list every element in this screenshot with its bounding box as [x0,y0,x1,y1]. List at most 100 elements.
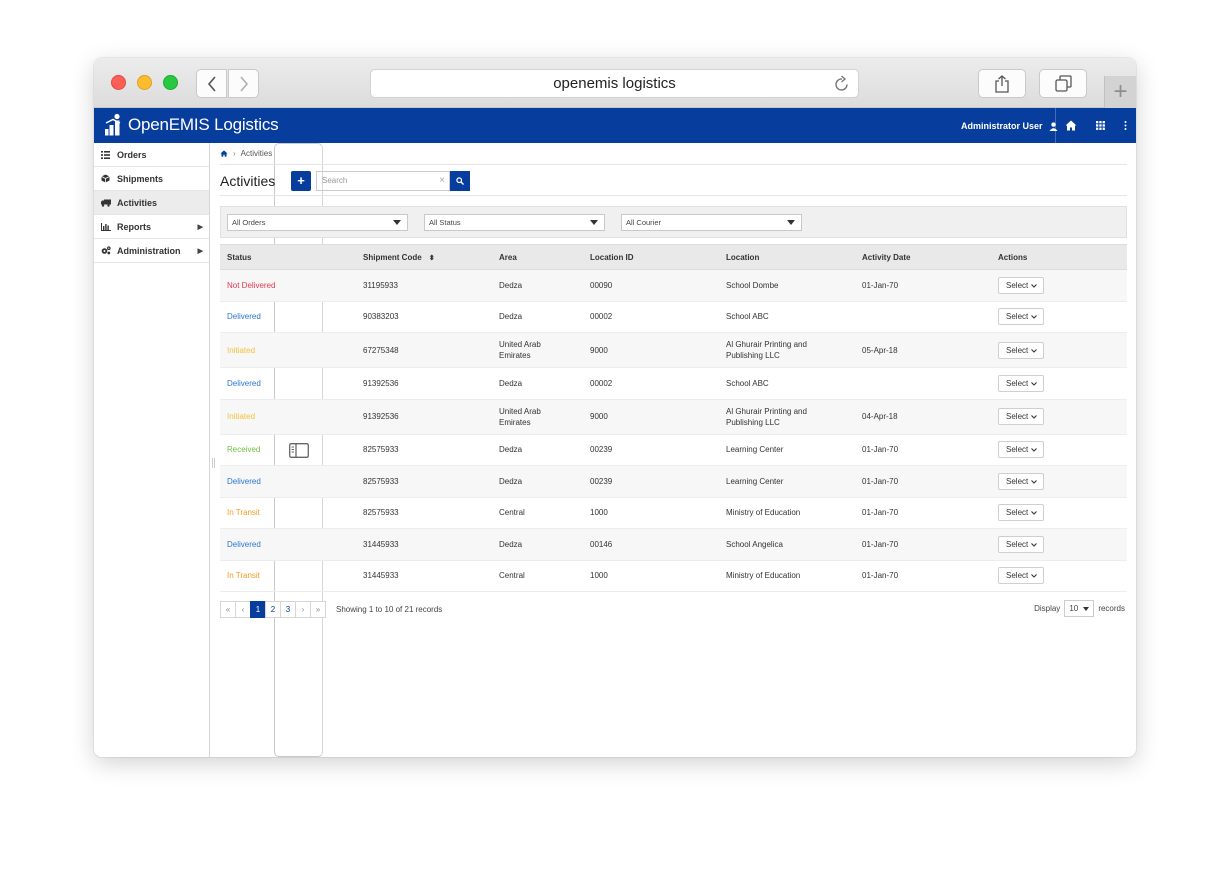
table-row: Delivered 31445933 Dedza 00146 School Angeli… [220,528,1127,561]
shipment-code-cell: 82575933 [356,497,492,529]
address-bar[interactable]: openemis logistics [370,69,859,98]
status-cell: Initiated [220,332,356,368]
minimize-window-button[interactable] [137,75,152,90]
select-action-button[interactable]: Select [998,276,1044,294]
select-action-button[interactable]: Select [998,308,1044,326]
cogs-icon [101,246,111,255]
select-action-button[interactable]: Select [998,441,1044,459]
status-cell: Initiated [220,399,356,435]
select-action-label: Select [1006,508,1029,518]
table-row: In Transit 31445933 Central 1000 Ministry of… [220,560,1127,592]
activity-date-cell: 04-Apr-18 [855,399,991,435]
sidebar-item-label: Shipments [117,173,164,184]
back-button[interactable] [196,69,227,98]
previous-page-button[interactable]: ‹ [235,600,251,618]
page-size-select[interactable]: 10 [1064,600,1095,617]
page-size-control: Display 10 records [1034,600,1125,617]
home-icon[interactable] [220,150,228,157]
tabs-overview-button[interactable] [1039,69,1087,98]
table-row: Initiated 67275348 United Arab Emirates 900… [220,332,1127,368]
forward-button[interactable] [228,69,259,98]
select-action-label: Select [1006,378,1029,388]
apps-button[interactable] [1085,108,1115,143]
filter-bar: All Orders All Status All Courier [220,206,1127,238]
share-icon [995,74,1009,93]
page-button-2[interactable]: 2 [265,600,281,618]
location-id-cell: 1000 [583,560,719,592]
table-row: In Transit 82575933 Central 1000 Ministry of… [220,497,1127,529]
area-cell: Dedza [492,528,583,561]
more-menu-button[interactable] [1115,108,1136,143]
sidebar-item-label: Orders [117,149,147,160]
select-action-button[interactable]: Select [998,504,1044,522]
table-row: Delivered 91392536 Dedza 00002 School ABC Sel… [220,367,1127,400]
courier-filter-select[interactable]: All Courier [621,214,802,231]
location-id-cell: 00239 [583,465,719,498]
next-page-button[interactable]: › [295,600,311,618]
sidebar-item-activities[interactable]: Activities [94,191,209,215]
app-logo[interactable]: OpenEMIS Logistics [104,113,279,137]
search-input[interactable]: Search × [316,170,450,191]
orders-filter-value: All Orders [232,218,266,227]
page-toolbar: Activities + Search × [220,168,1127,196]
chevron-left-icon [207,75,216,92]
select-action-button[interactable]: Select [998,374,1044,392]
home-button[interactable] [1055,108,1085,143]
sidebar-item-shipments[interactable]: Shipments [94,167,209,191]
chevron-down-icon [1031,411,1038,422]
zoom-window-button[interactable] [163,75,178,90]
first-page-button[interactable]: « [220,600,236,618]
user-menu[interactable]: Administrator User [961,121,1058,131]
select-action-label: Select [1006,345,1029,355]
select-action-label: Select [1006,539,1029,549]
actions-cell: Select [991,497,1127,529]
sidebar-item-reports[interactable]: Reports ▶ [94,215,209,239]
shipment-code-cell: 91392536 [356,399,492,435]
sort-icon[interactable]: ⬍ [429,255,435,262]
location-cell: School ABC [719,367,855,400]
shipment-code-cell: 31445933 [356,528,492,561]
close-window-button[interactable] [111,75,126,90]
last-page-button[interactable]: » [310,600,326,618]
column-header-location-id: Location ID [583,244,719,270]
add-activity-button[interactable]: + [291,170,311,191]
search-icon [456,176,464,185]
sidebar-item-orders[interactable]: Orders [94,143,209,167]
share-button[interactable] [978,69,1026,98]
location-cell: Learning Center [719,434,855,466]
select-action-button[interactable]: Select [998,472,1044,490]
actions-cell: Select [991,465,1127,498]
chevron-down-icon [1031,570,1038,581]
column-header-location: Location [719,244,855,270]
activity-date-cell: 01-Jan-70 [855,497,991,529]
page-button-3[interactable]: 3 [280,600,296,618]
select-action-label: Select [1006,445,1029,455]
activity-date-cell: 01-Jan-70 [855,560,991,592]
caret-down-icon [1083,607,1090,611]
select-action-button[interactable]: Select [998,567,1044,585]
select-action-button[interactable]: Select [998,341,1044,359]
activities-table: Status Shipment Code ⬍ Area Location ID … [220,244,1127,592]
caret-down-icon [787,220,795,225]
page-button-1[interactable]: 1 [250,600,266,618]
search-button[interactable] [450,170,470,191]
select-action-button[interactable]: Select [998,535,1044,553]
clear-search-icon[interactable]: × [439,175,445,186]
table-header-row: Status Shipment Code ⬍ Area Location ID … [220,244,1127,270]
reload-icon[interactable] [834,75,850,96]
sidebar-resize-handle[interactable] [212,458,215,468]
status-filter-select[interactable]: All Status [424,214,605,231]
activity-date-cell [855,301,991,333]
breadcrumb: › Activities [220,143,1127,165]
select-action-button[interactable]: Select [998,408,1044,425]
page-title: Activities [220,172,276,189]
page-size-value: 10 [1069,604,1079,613]
activity-date-cell: 01-Jan-70 [855,528,991,561]
new-tab-button[interactable]: + [1104,76,1136,108]
orders-filter-select[interactable]: All Orders [227,214,408,231]
sidebar-item-administration[interactable]: Administration ▶ [94,239,209,263]
location-cell: Ministry of Education [719,497,855,529]
select-action-label: Select [1006,280,1029,290]
bar-chart-icon [101,222,111,231]
column-header-shipment-code[interactable]: Shipment Code ⬍ [356,244,492,270]
